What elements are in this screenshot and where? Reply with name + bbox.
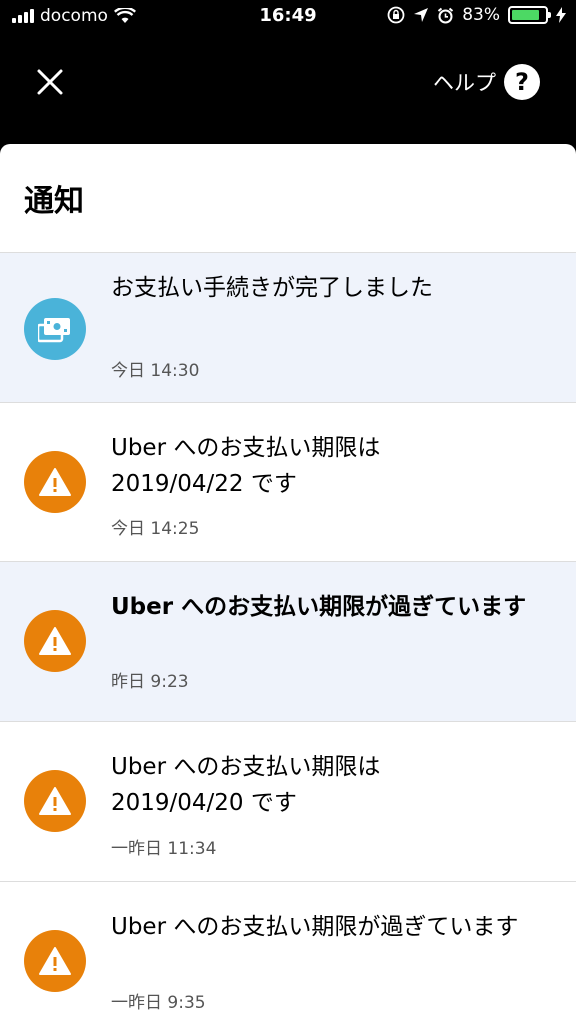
status-bar: docomo 16:49 83%: [0, 0, 576, 32]
system-indicators: 83%: [387, 5, 566, 25]
notification-title-line: 2019/04/22 です: [111, 471, 297, 497]
notifications-sheet: 通知 お支払い手続きが完了しました 今日 14:30 Uber へのお支払い期限…: [0, 144, 576, 1024]
notification-item[interactable]: Uber へのお支払い期限は 2019/04/22 です 今日 14:25: [0, 403, 576, 562]
help-label: ヘルプ: [433, 71, 496, 95]
notification-time: 今日 14:25: [111, 519, 200, 539]
orientation-lock-icon: [387, 6, 405, 24]
battery-percent: 83%: [462, 5, 500, 25]
payment-icon: [24, 298, 86, 360]
notification-item[interactable]: お支払い手続きが完了しました 今日 14:30: [0, 253, 576, 403]
warning-icon: [24, 770, 86, 832]
notification-title-line: Uber へのお支払い期限は: [111, 435, 381, 461]
warning-icon: [24, 930, 86, 992]
notification-time: 今日 14:30: [111, 361, 200, 381]
notification-title-line: 2019/04/20 です: [111, 790, 297, 816]
help-icon: ?: [504, 64, 540, 100]
help-button[interactable]: ヘルプ ?: [433, 64, 540, 100]
notification-item[interactable]: Uber へのお支払い期限は 2019/04/20 です 一昨日 11:34: [0, 722, 576, 882]
location-icon: [414, 8, 429, 22]
top-navigation: ヘルプ ?: [0, 32, 576, 144]
warning-icon: [24, 610, 86, 672]
notification-item[interactable]: Uber へのお支払い期限が過ぎています 昨日 9:23: [0, 562, 576, 722]
notification-title: お支払い手続きが完了しました: [111, 275, 433, 301]
close-button[interactable]: [28, 60, 72, 104]
notification-title: Uber へのお支払い期限は 2019/04/20 です: [111, 749, 556, 821]
notification-time: 一昨日 9:35: [111, 993, 206, 1013]
close-icon: [37, 69, 63, 95]
page-title: 通知: [24, 184, 84, 219]
battery-icon: [508, 6, 551, 24]
notification-title: Uber へのお支払い期限が過ぎています: [111, 594, 527, 620]
battery-level: [512, 10, 539, 20]
warning-icon: [24, 451, 86, 513]
sheet-header: 通知: [0, 144, 576, 253]
notification-item[interactable]: Uber へのお支払い期限が過ぎています 一昨日 9:35: [0, 882, 576, 1024]
notification-title: Uber へのお支払い期限が過ぎています: [111, 914, 519, 940]
charging-icon: [556, 7, 566, 23]
notification-time: 昨日 9:23: [111, 672, 189, 692]
alarm-icon: [438, 7, 454, 23]
notification-title-line: Uber へのお支払い期限は: [111, 754, 381, 780]
notification-title: Uber へのお支払い期限は 2019/04/22 です: [111, 430, 556, 502]
notification-time: 一昨日 11:34: [111, 839, 217, 859]
